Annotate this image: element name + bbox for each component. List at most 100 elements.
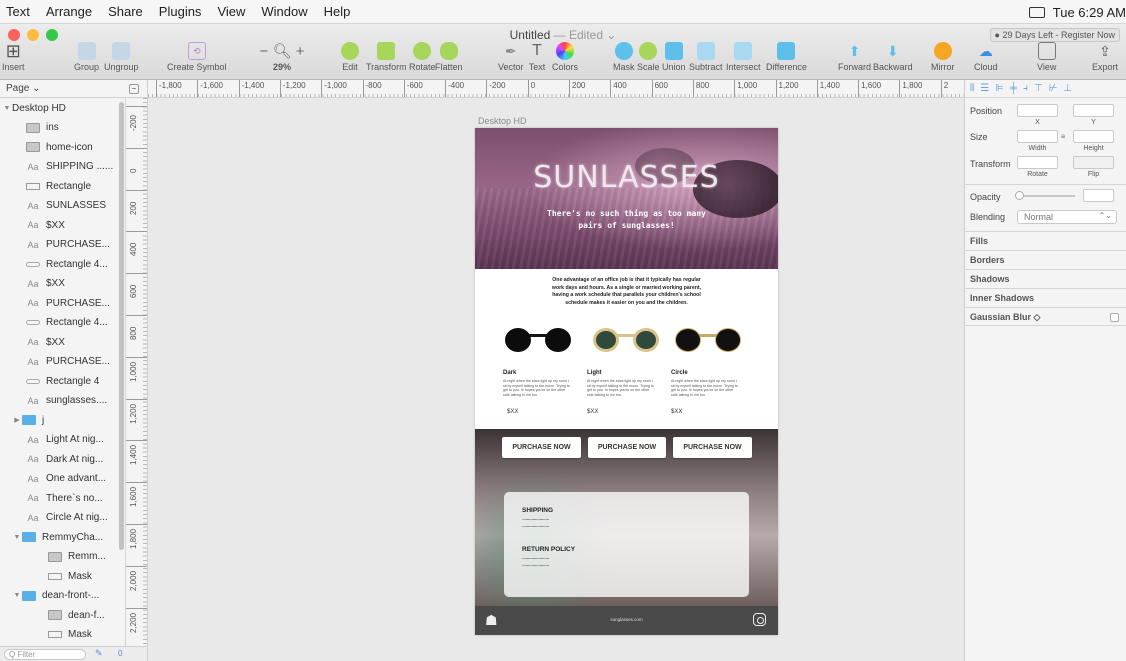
layer-row[interactable]: Aa Light At nig... — [0, 430, 125, 450]
page-selector[interactable]: Page ⌄ − — [0, 80, 148, 98]
edit-icon[interactable]: ✎ — [95, 648, 103, 659]
colors-tool[interactable]: Colors — [552, 42, 578, 72]
layer-row[interactable]: Rectangle — [0, 176, 125, 196]
create-symbol-tool[interactable]: ⟲ Create Symbol — [167, 42, 227, 72]
purchase-now-button[interactable]: PURCHASE NOW — [673, 437, 752, 458]
instagram-icon[interactable] — [753, 613, 766, 626]
cloud-tool[interactable]: ☁ Cloud — [974, 42, 998, 73]
menu-view[interactable]: View — [217, 4, 245, 19]
opacity-slider[interactable] — [1015, 191, 1075, 200]
layer-row[interactable]: Aa $XX — [0, 332, 125, 352]
rotate-tool[interactable]: Rotate — [409, 42, 436, 72]
mirror-tool[interactable]: Mirror — [931, 42, 955, 72]
export-tool[interactable]: ⇪ Export — [1092, 42, 1118, 73]
layer-row[interactable]: dean-f... — [0, 605, 125, 625]
layer-row[interactable]: ▼ Desktop HD — [0, 98, 125, 118]
layer-row[interactable]: Rectangle 4... — [0, 254, 125, 274]
artboard-desktop-hd[interactable]: SUNLASSES There's no such thing as too m… — [475, 128, 778, 635]
edit-tool[interactable]: Edit — [341, 42, 359, 72]
distribute-horizontal-icon[interactable]: ⫴ — [970, 83, 974, 94]
layer-row[interactable]: ins — [0, 118, 125, 138]
vertical-ruler[interactable]: -200 0 200 400 600 800 1,000 1,200 1,400 1,600 1,8… — [126, 98, 148, 646]
align-middle-icon[interactable]: ⊬ — [1049, 83, 1058, 94]
disclosure-expanded-icon[interactable]: ▼ — [2, 105, 12, 112]
layer-row[interactable]: Aa sunglasses.... — [0, 391, 125, 411]
menu-window[interactable]: Window — [261, 4, 307, 19]
purchase-now-button[interactable]: PURCHASE NOW — [588, 437, 666, 458]
menu-help[interactable]: Help — [324, 4, 351, 19]
position-x-input[interactable] — [1017, 104, 1058, 117]
align-bottom-icon[interactable]: ⊥ — [1063, 83, 1072, 94]
zoom-tool[interactable]: − 🔍︎ +29% — [258, 42, 306, 73]
gaussian-blur-section[interactable]: Gaussian Blur ◇ — [965, 307, 1126, 326]
menu-text[interactable]: Text — [6, 4, 30, 19]
layer-row[interactable]: Aa PURCHASE... — [0, 352, 125, 372]
union-tool[interactable]: Union — [662, 42, 686, 72]
horizontal-ruler[interactable]: -1,800 -1,600 -1,400 -1,200 -1,000 -800 -600 -4… — [148, 80, 964, 98]
insert-tool[interactable]: ⊞ Insert — [2, 41, 25, 73]
layer-row[interactable]: Aa SHIPPING ...... — [0, 157, 125, 177]
trial-badge[interactable]: ● 29 Days Left - Register Now — [989, 28, 1120, 42]
menu-plugins[interactable]: Plugins — [159, 4, 202, 19]
flatten-tool[interactable]: Flatten — [435, 42, 463, 72]
group-tool[interactable]: Group — [74, 42, 99, 72]
bottom-background-image[interactable]: PURCHASE NOW PURCHASE NOW PURCHASE NOW S… — [475, 429, 778, 606]
align-center-icon[interactable]: ╪ — [1010, 83, 1017, 94]
disclosure-expanded-icon[interactable]: ▼ — [12, 534, 22, 541]
align-left-icon[interactable]: ⊫ — [995, 83, 1004, 94]
lock-icon[interactable]: 🔒︎ — [1061, 131, 1065, 141]
layer-row[interactable]: Aa Dark At nig... — [0, 449, 125, 469]
mask-tool[interactable]: Mask — [613, 42, 635, 72]
layer-row[interactable]: ▼ RemmyCha... — [0, 527, 125, 547]
footer-site-link[interactable]: sunglasses.com — [475, 617, 778, 622]
shadows-section[interactable]: Shadows — [965, 269, 1126, 288]
vector-tool[interactable]: ✒ Vector — [498, 42, 524, 73]
layer-row[interactable]: Aa There`s no... — [0, 488, 125, 508]
gaussian-blur-checkbox[interactable] — [1110, 313, 1119, 322]
intersect-tool[interactable]: Intersect — [726, 42, 761, 72]
hero-image[interactable]: SUNLASSES There's no such thing as too m… — [475, 128, 778, 269]
inner-shadows-section[interactable]: Inner Shadows — [965, 288, 1126, 307]
layer-row[interactable]: Aa PURCHASE... — [0, 235, 125, 255]
fills-section[interactable]: Fills — [965, 231, 1126, 250]
view-tool[interactable]: View — [1037, 42, 1056, 72]
layer-row[interactable]: Aa Circle At nig... — [0, 508, 125, 528]
align-top-icon[interactable]: ⊤ — [1034, 83, 1043, 94]
layer-row[interactable]: home-icon — [0, 137, 125, 157]
flip-buttons[interactable] — [1073, 156, 1114, 169]
layer-filter-input[interactable]: Q Filter — [4, 649, 86, 660]
layer-row[interactable]: Mask — [0, 566, 125, 586]
layer-row[interactable]: Rectangle 4... — [0, 313, 125, 333]
layer-row[interactable]: Aa $XX — [0, 215, 125, 235]
layer-row[interactable]: Aa SUNLASSES — [0, 196, 125, 216]
disclosure-collapsed-icon[interactable]: ▶ — [12, 416, 22, 424]
height-input[interactable] — [1073, 130, 1114, 143]
text-tool[interactable]: T Text — [528, 42, 546, 72]
forward-tool[interactable]: ⬆ Forward — [838, 42, 871, 73]
canvas[interactable]: Desktop HD SUNLASSES There's no such thi… — [148, 98, 964, 661]
menu-arrange[interactable]: Arrange — [46, 4, 92, 19]
difference-tool[interactable]: Difference — [766, 42, 807, 72]
scale-tool[interactable]: Scale — [637, 42, 660, 72]
layer-row[interactable]: Remm... — [0, 547, 125, 567]
layer-row[interactable]: Aa $XX — [0, 274, 125, 294]
artboard-label[interactable]: Desktop HD — [478, 116, 527, 126]
purchase-now-button[interactable]: PURCHASE NOW — [502, 437, 581, 458]
subtract-tool[interactable]: Subtract — [689, 42, 723, 72]
clock[interactable]: Tue 6:29 AM — [1053, 5, 1126, 20]
layer-row[interactable]: Aa One advant... — [0, 469, 125, 489]
layer-row[interactable]: ▼ dean-front-... — [0, 586, 125, 606]
backward-tool[interactable]: ⬇ Backward — [873, 42, 913, 73]
width-input[interactable] — [1017, 130, 1058, 143]
align-right-icon[interactable]: ⫞ — [1023, 83, 1028, 94]
disclosure-expanded-icon[interactable]: ▼ — [12, 592, 22, 599]
ungroup-tool[interactable]: Ungroup — [104, 42, 139, 72]
transform-tool[interactable]: Transform — [366, 42, 407, 72]
add-page-icon[interactable]: − — [129, 84, 139, 94]
position-y-input[interactable] — [1073, 104, 1114, 117]
borders-section[interactable]: Borders — [965, 250, 1126, 269]
opacity-input[interactable] — [1083, 189, 1114, 202]
layer-row[interactable]: ▶ j — [0, 410, 125, 430]
layer-row[interactable]: Rectangle 4 — [0, 371, 125, 391]
distribute-vertical-icon[interactable]: ☰ — [980, 83, 989, 94]
